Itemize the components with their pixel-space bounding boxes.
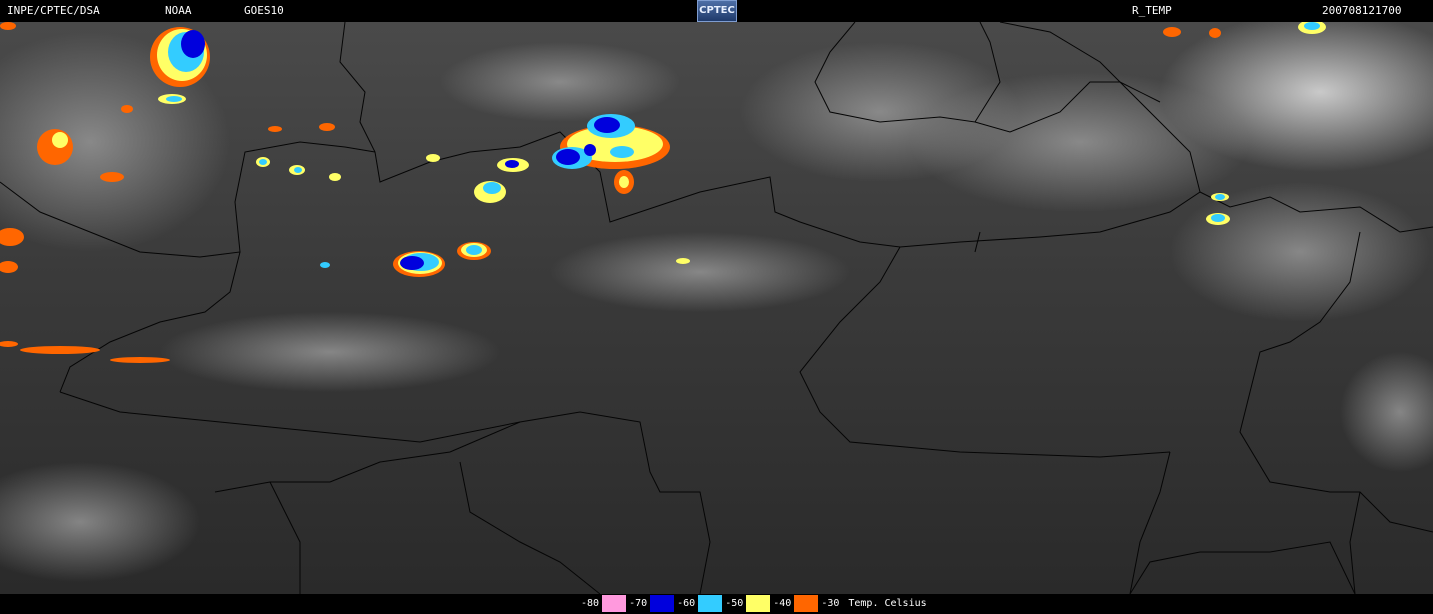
legend-tick-30: -30	[818, 595, 843, 612]
temperature-legend: -80 -70 -60 -50 -40 -30 Temp. Celsius	[578, 595, 927, 612]
legend-swatch-cyan	[698, 595, 723, 612]
legend-tick-70: -70	[626, 595, 651, 612]
legend-tick-50: -50	[722, 595, 747, 612]
legend-tick-80: -80	[578, 595, 603, 612]
infrared-map	[0, 22, 1433, 594]
map-svg	[0, 22, 1433, 594]
satellite-label: GOES10	[244, 4, 284, 17]
legend-swatch-pink	[602, 595, 627, 612]
legend-tick-40: -40	[770, 595, 795, 612]
cptec-logo: CPTEC	[697, 0, 737, 22]
legend-swatch-yellow	[746, 595, 771, 612]
agency-label: INPE/CPTEC/DSA	[7, 4, 100, 17]
legend-swatch-blue	[650, 595, 675, 612]
source-label: NOAA	[165, 4, 192, 17]
legend-swatch-orange	[794, 595, 819, 612]
legend-units: Temp. Celsius	[848, 598, 927, 609]
timestamp-label: 200708121700	[1322, 4, 1402, 17]
satellite-image-frame: INPE/CPTEC/DSA NOAA GOES10 CPTEC R_TEMP …	[0, 0, 1433, 614]
legend-tick-60: -60	[674, 595, 699, 612]
product-label: R_TEMP	[1132, 4, 1172, 17]
header-bar: INPE/CPTEC/DSA NOAA GOES10 CPTEC R_TEMP …	[0, 0, 1433, 22]
